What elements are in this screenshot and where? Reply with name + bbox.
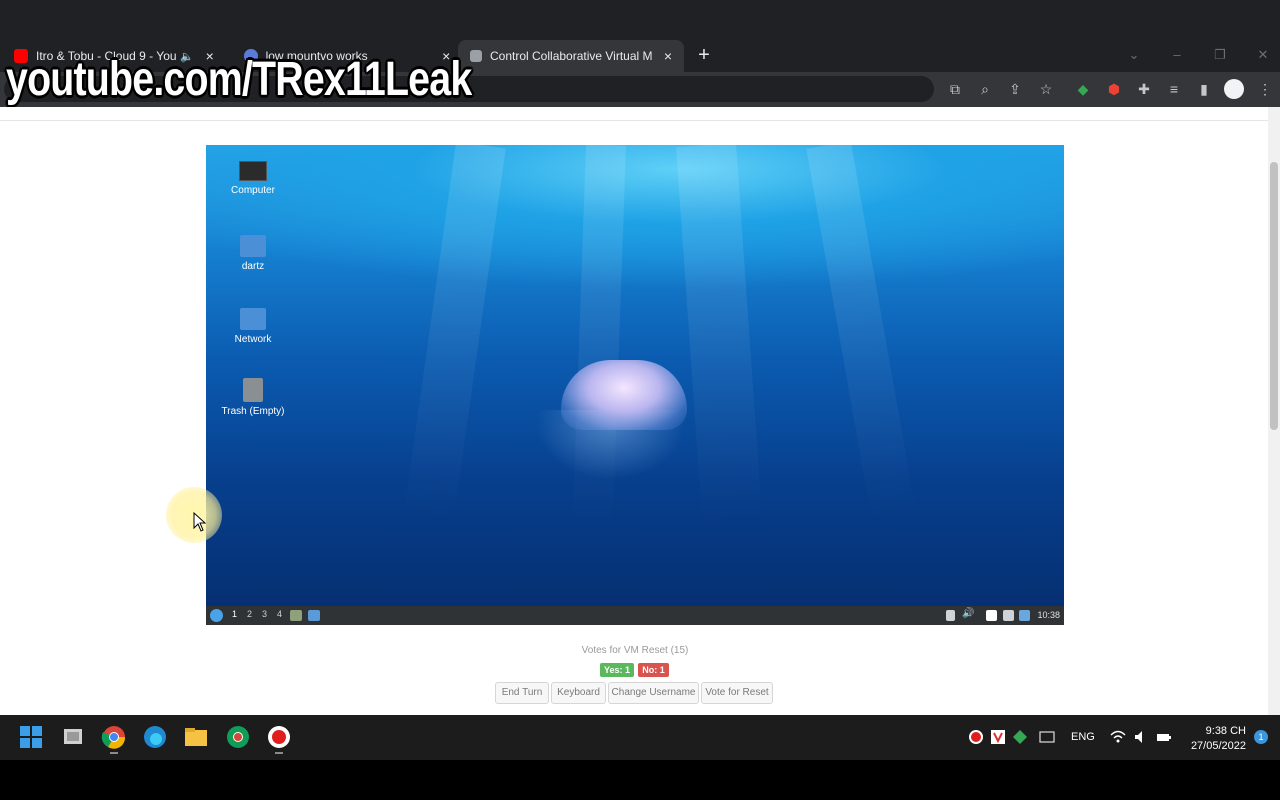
desktop-icon-label: Computer — [231, 185, 275, 196]
divider — [0, 120, 1268, 121]
trash-icon — [243, 378, 263, 402]
light-ray — [676, 145, 763, 527]
menu-kebab-icon[interactable]: ⋮ — [1254, 78, 1276, 100]
desktop-icon-network[interactable]: Network — [213, 308, 293, 345]
end-turn-button[interactable]: End Turn — [495, 682, 549, 704]
vm-clock: 10:38 — [1037, 610, 1060, 620]
input-language[interactable]: ENG — [1071, 731, 1095, 743]
extension-icon[interactable]: ◆ — [1072, 78, 1094, 100]
recorder-icon[interactable] — [265, 723, 293, 751]
launcher-icon[interactable] — [290, 610, 302, 621]
letterbox-bar — [0, 760, 1280, 800]
vote-reset-button[interactable]: Vote for Reset — [701, 682, 773, 704]
windows-start-icon[interactable] — [17, 723, 45, 751]
computer-icon — [239, 161, 267, 181]
new-tab-button[interactable]: + — [694, 44, 714, 68]
workspace-1[interactable]: 1 — [232, 609, 237, 619]
jellyfish-wallpaper — [561, 360, 687, 430]
task-view-icon[interactable] — [59, 723, 87, 751]
keyboard-button[interactable]: Keyboard — [551, 682, 606, 704]
workspace-3[interactable]: 3 — [262, 609, 267, 619]
close-window-icon[interactable]: ✕ — [1252, 44, 1274, 66]
change-username-button[interactable]: Change Username — [608, 682, 699, 704]
desktop-icon-label: dartz — [241, 261, 265, 272]
workspace-4[interactable]: 4 — [277, 609, 282, 619]
minimize-icon[interactable]: – — [1166, 44, 1188, 66]
bookmark-star-icon[interactable]: ☆ — [1035, 78, 1057, 100]
no-vote-badge: No: 1 — [638, 663, 669, 677]
record-tray-icon[interactable] — [968, 729, 984, 745]
wifi-icon[interactable] — [1110, 729, 1126, 745]
network-icon — [240, 308, 266, 330]
desktop-icon-computer[interactable]: Computer — [213, 161, 293, 196]
workspace-2[interactable]: 2 — [247, 609, 252, 619]
battery-icon[interactable] — [1156, 729, 1172, 745]
light-ray — [806, 145, 917, 524]
adblock-icon[interactable]: ⬢ — [1103, 78, 1125, 100]
notes-icon[interactable] — [986, 610, 997, 621]
light-ray — [403, 145, 506, 525]
clock-time: 9:38 CH — [1205, 725, 1246, 737]
running-indicator — [275, 752, 283, 754]
volume-icon[interactable]: 🔊 — [962, 608, 974, 619]
app-tray-icon[interactable] — [990, 729, 1006, 745]
mouse-pointer-icon — [193, 512, 207, 532]
vm-favicon-icon — [470, 50, 482, 62]
keyboard-tray-icon[interactable] — [1039, 729, 1055, 745]
tab-title: Control Collaborative Virtual Ma — [490, 49, 652, 63]
vm-screen[interactable]: Computer dartz Network Trash (Empty) 1 2… — [206, 145, 1064, 625]
running-indicator — [110, 752, 118, 754]
extension-tray-icon[interactable] — [1012, 729, 1028, 745]
zoom-icon[interactable]: ⌕ — [974, 78, 996, 100]
restore-icon[interactable]: ❐ — [1209, 44, 1231, 66]
battery-icon[interactable] — [1003, 610, 1014, 621]
edge-icon[interactable] — [141, 723, 169, 751]
tab-active[interactable]: Control Collaborative Virtual Ma × — [458, 40, 684, 72]
channel-watermark: youtube.com/TRex11Leak — [6, 53, 472, 106]
scrollbar-thumb[interactable] — [1270, 162, 1278, 430]
desktop-icon-trash[interactable]: Trash (Empty) — [213, 378, 293, 417]
system-clock[interactable]: 9:38 CH 27/05/2022 — [1186, 724, 1246, 754]
file-explorer-icon[interactable] — [182, 723, 210, 751]
share-icon[interactable]: ⇪ — [1004, 78, 1026, 100]
yes-vote-badge: Yes: 1 — [600, 663, 634, 677]
tab-search-icon[interactable]: ⌄ — [1123, 44, 1145, 66]
volume-icon[interactable] — [1133, 729, 1149, 745]
votes-label: Votes for VM Reset (15) — [581, 645, 689, 656]
desktop-icon-label: Trash (Empty) — [221, 406, 285, 417]
chrome-icon[interactable] — [100, 723, 128, 751]
side-panel-icon[interactable]: ▮ — [1193, 78, 1215, 100]
close-tab-icon[interactable]: × — [660, 48, 676, 64]
notification-badge[interactable]: 1 — [1254, 730, 1268, 744]
desktop-icon-home[interactable]: dartz — [213, 235, 293, 272]
files-icon[interactable] — [308, 610, 320, 621]
home-folder-icon — [240, 235, 266, 257]
chrome-profile-icon[interactable] — [224, 723, 252, 751]
extensions-puzzle-icon[interactable]: ✚ — [1133, 78, 1155, 100]
clock-date: 27/05/2022 — [1190, 740, 1246, 752]
app-menu-icon[interactable] — [210, 609, 223, 622]
desktop-icon-label: Network — [234, 334, 272, 345]
vm-panel: 1 2 3 4 🔊 10:38 — [206, 606, 1064, 625]
translate-icon[interactable]: ⧉ — [944, 78, 966, 100]
media-control-icon[interactable]: ≡ — [1163, 78, 1185, 100]
clipboard-icon[interactable] — [946, 610, 955, 621]
avatar[interactable] — [1224, 79, 1244, 99]
network-tray-icon[interactable] — [1019, 610, 1030, 621]
